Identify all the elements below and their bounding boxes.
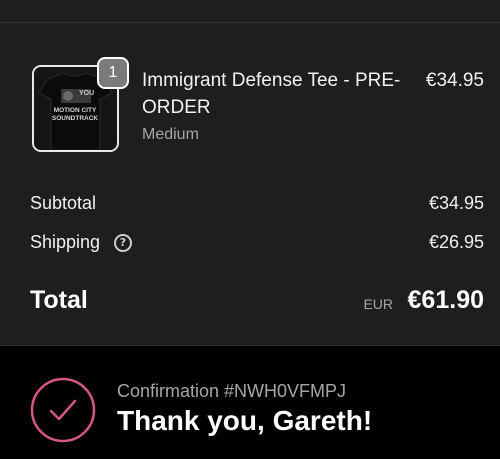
svg-text:SOUNDTRACK: SOUNDTRACK (52, 115, 99, 122)
tshirt-print-text: YOU (79, 90, 94, 97)
subtotal-value: €34.95 (428, 193, 484, 213)
svg-text:MOTION CITY: MOTION CITY (54, 107, 97, 114)
currency-code: EUR (363, 296, 393, 312)
item-variant: Medium (142, 126, 199, 143)
total-value: €61.90 (407, 286, 484, 314)
divider (0, 345, 500, 346)
confirmation-number: Confirmation #NWH0VFMPJ (117, 381, 347, 401)
order-summary-panel: YOU MOTION CITY SOUNDTRACK 1 Immigrant D… (0, 0, 500, 346)
quantity-badge: 1 (97, 57, 129, 89)
item-price: €34.95 (425, 70, 484, 91)
shipping-label: Shipping (30, 232, 101, 252)
subtotal-label: Subtotal (30, 193, 97, 213)
divider (0, 22, 500, 23)
check-circle-icon (30, 377, 96, 443)
thank-you-heading: Thank you, Gareth! (117, 405, 373, 436)
help-icon[interactable]: ? (114, 234, 132, 252)
shipping-value: €26.95 (428, 232, 484, 252)
item-title: Immigrant Defense Tee - PRE-ORDER (142, 70, 401, 118)
total-label: Total (30, 286, 88, 314)
